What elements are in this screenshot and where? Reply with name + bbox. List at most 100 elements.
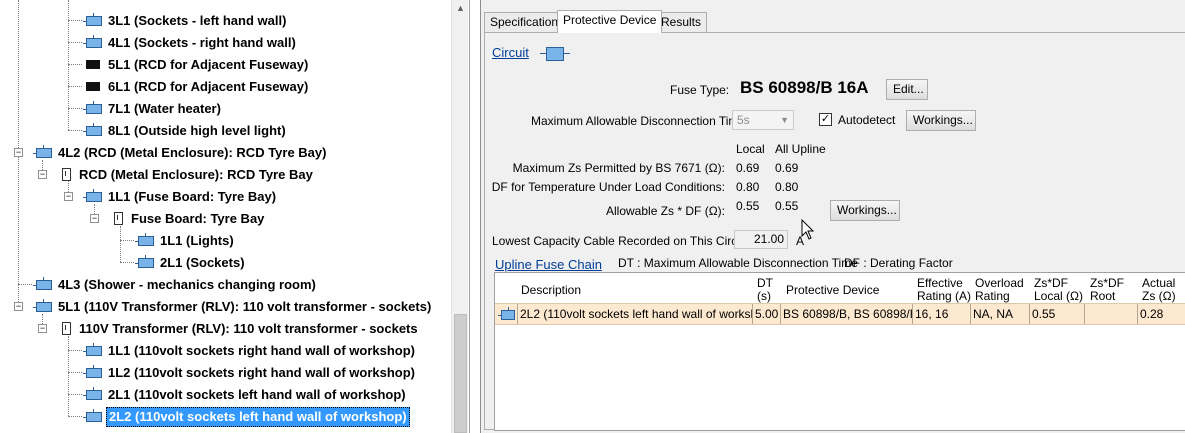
tree-item[interactable]: 7L1 (Water heater) [83, 98, 223, 118]
row-dt: 5.00 [753, 304, 781, 324]
tree-item-label: 4L3 (Shower - mechanics changing room) [58, 276, 316, 292]
fuse-icon [135, 254, 154, 268]
tree-item[interactable]: Fuse Board: Tyre Bay [114, 208, 266, 228]
tree-item[interactable]: RCD (Metal Enclosure): RCD Tyre Bay [62, 164, 315, 184]
fuse-icon [83, 188, 102, 202]
collapse-icon[interactable]: − [90, 214, 99, 223]
board-icon [62, 168, 71, 182]
tree-line [68, 20, 82, 21]
tree-item-label: 2L1 (Sockets) [160, 254, 245, 270]
fuse-type-value: BS 60898/B 16A [740, 78, 869, 97]
tree-item[interactable]: 110V Transformer (RLV): 110 volt transfo… [62, 318, 420, 338]
tree-item-label: 1L1 (110volt sockets right hand wall of … [108, 342, 416, 358]
tree-item[interactable]: 2L1 (110volt sockets left hand wall of w… [83, 384, 408, 404]
tree-item[interactable]: 4L3 (Shower - mechanics changing room) [33, 274, 318, 294]
tree-line [68, 416, 82, 417]
fuse-icon [83, 12, 102, 26]
table-row[interactable]: 2L2 (110volt sockets left hand wall of w… [495, 303, 1185, 325]
tree-line [120, 262, 134, 263]
df-note: DF : Derating Factor [844, 256, 953, 270]
df-temperature-label: DF for Temperature Under Load Conditions… [491, 180, 725, 194]
tree-item[interactable]: 8L1 (Outside high level light) [83, 120, 288, 140]
tree-item-label: 4L2 (RCD (Metal Enclosure): RCD Tyre Bay… [58, 144, 327, 160]
row-zsdf-local: 0.55 [1030, 304, 1085, 324]
df-temperature-local: 0.80 [736, 180, 760, 194]
upline-fuse-chain-link[interactable]: Upline Fuse Chain [495, 257, 602, 272]
tree-item[interactable]: 1L1 (110volt sockets right hand wall of … [83, 340, 417, 360]
tree-item[interactable]: 5L1 (110V Transformer (RLV): 110 volt tr… [33, 296, 433, 316]
circuit-link[interactable]: Circuit [492, 45, 529, 60]
tree-item-label: 3L1 (Sockets - left hand wall) [108, 12, 287, 28]
fuse-icon [83, 364, 102, 378]
fuse-icon [498, 306, 515, 320]
scrollbar-thumb[interactable] [454, 314, 467, 433]
disconnection-time-label: Maximum Allowable Disconnection Time: [531, 114, 749, 128]
tree-line [68, 130, 82, 131]
collapse-icon[interactable]: − [14, 148, 23, 157]
vertical-scrollbar[interactable]: ▲ [451, 0, 468, 433]
upline-column-header: All Upline [775, 142, 826, 156]
tree-item-label: 6L1 (RCD for Adjacent Fuseway) [108, 78, 309, 94]
tree-item[interactable]: 1L1 (Lights) [135, 230, 236, 250]
tree-line [18, 284, 32, 285]
tree-line [68, 350, 82, 351]
board-icon [114, 212, 123, 226]
tree-line [120, 226, 121, 262]
row-overload: NA, NA [971, 304, 1030, 324]
mouse-cursor-icon [801, 219, 815, 240]
tab-specification[interactable]: Specification [484, 12, 565, 32]
rcd-icon [86, 60, 100, 70]
tab-page: Circuit Fuse Type: BS 60898/B 16A Edit..… [484, 32, 1185, 431]
tree-line [68, 372, 82, 373]
local-column-header: Local [736, 142, 765, 156]
board-icon [62, 322, 71, 336]
collapse-icon[interactable]: − [38, 324, 47, 333]
fuse-type-label: Fuse Type: [670, 83, 730, 97]
max-zs-label: Maximum Zs Permitted by BS 7671 (Ω): [512, 161, 725, 175]
circuit-tree[interactable]: − − − − − − 3L1 (Sockets - left hand wal… [0, 0, 470, 433]
tree-item[interactable]: 6L1 (RCD for Adjacent Fuseway) [86, 76, 310, 96]
df-temperature-upline: 0.80 [775, 180, 799, 194]
tree-item[interactable]: 2L1 (Sockets) [135, 252, 247, 272]
row-device: BS 60898/B, BS 60898/B [781, 304, 913, 324]
collapse-icon[interactable]: − [38, 170, 47, 179]
upline-fuse-chain-grid[interactable]: Description DT (s) Protective Device Eff… [494, 272, 1185, 431]
tree-item-label: 5L1 (110V Transformer (RLV): 110 volt tr… [58, 298, 432, 314]
tree-item[interactable]: 1L2 (110volt sockets right hand wall of … [83, 362, 417, 382]
dt-note: DT : Maximum Allowable Disconnection Tim… [618, 256, 858, 270]
tree-item-label: 110V Transformer (RLV): 110 volt transfo… [79, 320, 418, 336]
collapse-icon[interactable]: − [14, 302, 23, 311]
fuse-icon [83, 122, 102, 136]
row-effective: 16, 16 [913, 304, 971, 324]
tree-item-label: RCD (Metal Enclosure): RCD Tyre Bay [79, 166, 313, 182]
tree-item[interactable]: 4L1 (Sockets - right hand wall) [83, 32, 298, 52]
tree-item-label: 1L2 (110volt sockets right hand wall of … [108, 364, 416, 380]
tree-item[interactable]: 3L1 (Sockets - left hand wall) [83, 10, 288, 30]
tree-item-label: 1L1 (Fuse Board: Tyre Bay) [108, 188, 277, 204]
tab-protective-device[interactable]: Protective Device [557, 10, 663, 33]
tree-line [68, 86, 82, 87]
disconnection-workings-button[interactable]: Workings... [906, 110, 976, 131]
max-zs-upline: 0.69 [775, 161, 799, 175]
fuse-icon [83, 408, 102, 422]
autodetect-checkbox[interactable]: ✓ [819, 113, 832, 126]
edit-fuse-button[interactable]: Edit... [886, 79, 928, 100]
fuse-icon [83, 100, 102, 114]
scroll-up-icon[interactable]: ▲ [452, 0, 469, 17]
tree-item-selected[interactable]: 2L2 (110volt sockets left hand wall of w… [83, 406, 410, 427]
lowest-cable-label: Lowest Capacity Cable Recorded on This C… [492, 234, 754, 248]
tree-item[interactable]: 5L1 (RCD for Adjacent Fuseway) [86, 54, 310, 74]
circuit-icon [540, 47, 570, 61]
row-icon-cell [495, 304, 518, 324]
disconnection-time-select[interactable]: 5s ▼ [732, 110, 794, 130]
tab-results[interactable]: Results [655, 12, 708, 32]
collapse-icon[interactable]: − [64, 192, 73, 201]
zs-workings-button[interactable]: Workings... [830, 200, 900, 221]
tree-item[interactable]: 1L1 (Fuse Board: Tyre Bay) [83, 186, 278, 206]
tree-item-label: 7L1 (Water heater) [108, 100, 221, 116]
tree-item[interactable]: 4L2 (RCD (Metal Enclosure): RCD Tyre Bay… [33, 142, 328, 162]
rcd-icon [86, 82, 100, 92]
fuse-icon [83, 386, 102, 400]
tree-line [68, 336, 69, 416]
autodetect-label: Autodetect [838, 113, 896, 127]
